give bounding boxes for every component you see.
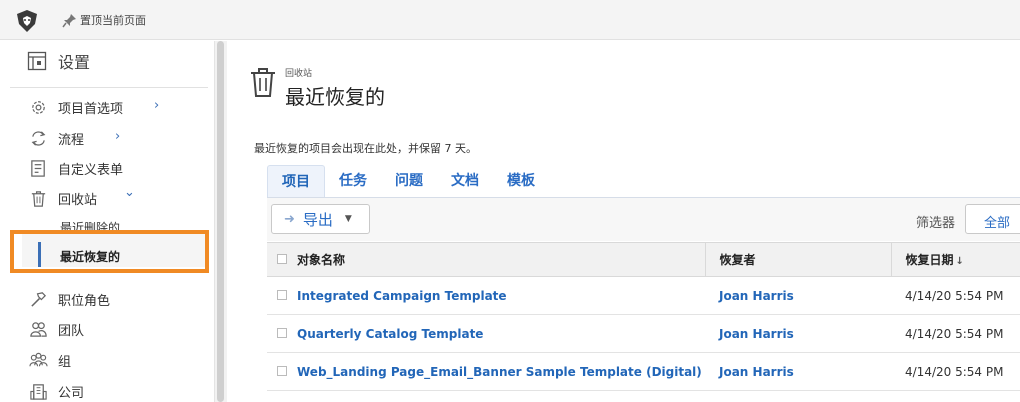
sidebar-item-label: 团队 — [58, 323, 85, 339]
page-title: 最近恢复的 — [285, 85, 385, 109]
team-icon — [29, 321, 47, 337]
sort-down-icon: ↓ — [955, 256, 964, 267]
sidebar-header: 设置 — [27, 49, 90, 73]
restored-by-link[interactable]: Joan Harris — [719, 289, 794, 303]
settings-panel-icon — [27, 51, 47, 71]
pin-page-button[interactable]: 置顶当前页面 — [62, 12, 146, 28]
sidebar-item-recycle-bin[interactable]: 回收站 — [28, 187, 97, 209]
sidebar-item-label: 组 — [58, 354, 72, 370]
filter-label: 筛选器 — [916, 216, 956, 231]
column-header-restored-date[interactable]: 恢复日期 ↓ — [890, 242, 1020, 277]
highlight-box — [10, 230, 209, 273]
export-button[interactable]: ➜ 导出 ▼ — [271, 204, 370, 234]
sidebar-item-label: 职位角色 — [58, 293, 111, 309]
filter-select[interactable]: 全部 — [965, 204, 1020, 234]
sidebar-item-label: 项目首选项 — [58, 101, 124, 117]
form-icon — [30, 159, 45, 177]
breadcrumb[interactable]: 回收站 — [285, 66, 312, 79]
gear-icon — [31, 100, 45, 114]
building-icon — [29, 383, 47, 400]
restored-items-table: 对象名称 恢复者 恢复日期 ↓ Integrated Campaign Templ… — [267, 242, 1020, 391]
flow-icon — [31, 130, 45, 146]
sidebar-divider — [10, 87, 208, 88]
sidebar-item-teams[interactable]: 团队 — [28, 318, 84, 340]
sidebar-scrollbar[interactable] — [214, 41, 227, 402]
sidebar-item-label: 回收站 — [58, 192, 98, 208]
pin-page-label: 置顶当前页面 — [80, 14, 146, 27]
table-row: Quarterly Catalog Template Joan Harris 4… — [267, 314, 1020, 353]
restored-date: 4/14/20 5:54 PM — [891, 276, 1020, 315]
restored-by-link[interactable]: Joan Harris — [719, 327, 794, 341]
sidebar-item-custom-forms[interactable]: 自定义表单 — [28, 157, 123, 179]
tab-templates[interactable]: 模板 — [493, 165, 549, 198]
trash-icon — [251, 68, 275, 97]
sidebar-item-label: 流程 — [58, 132, 85, 148]
sidebar-item-label: 公司 — [58, 385, 85, 401]
tab-documents[interactable]: 文档 — [437, 165, 493, 198]
lion-logo-icon[interactable] — [14, 9, 40, 33]
top-bar: 置顶当前页面 — [0, 0, 1020, 40]
sidebar-item-job-roles[interactable]: 职位角色 — [28, 288, 110, 310]
sidebar-item-process[interactable]: 流程 — [28, 127, 84, 149]
sidebar-item-groups[interactable]: 组 — [28, 349, 71, 371]
caret-down-icon: ▼ — [344, 214, 352, 224]
row-checkbox[interactable] — [277, 365, 287, 376]
table-row: Integrated Campaign Template Joan Harris… — [267, 276, 1020, 315]
scrollbar-thumb[interactable] — [217, 41, 224, 402]
column-header-restored-by[interactable]: 恢复者 — [704, 242, 891, 277]
sidebar: 设置 项目首选项 › 流程 › 自定义表单 回收站 ⌄ 最近删除的 最近恢复的 … — [0, 41, 214, 402]
select-all-checkbox[interactable] — [277, 253, 287, 264]
hammer-icon — [30, 291, 46, 307]
object-name-link[interactable]: Quarterly Catalog Template — [297, 327, 483, 341]
row-checkbox[interactable] — [277, 327, 287, 338]
object-name-link[interactable]: Web_Landing Page_Email_Banner Sample Tem… — [297, 365, 702, 379]
pin-icon — [62, 13, 76, 27]
main-content: 回收站 最近恢复的 最近恢复的项目会出现在此处，并保留 7 天。 项目 任务 问… — [227, 41, 1020, 402]
table-header-row: 对象名称 恢复者 恢复日期 ↓ — [267, 242, 1020, 277]
arrow-right-icon: ➜ — [284, 211, 295, 227]
sidebar-item-label: 自定义表单 — [58, 162, 124, 178]
export-label: 导出 — [302, 210, 333, 229]
table-row: Web_Landing Page_Email_Banner Sample Tem… — [267, 352, 1020, 391]
restored-by-link[interactable]: Joan Harris — [719, 365, 794, 379]
group-icon — [28, 352, 48, 366]
trash-icon — [31, 190, 45, 207]
toolbar: ➜ 导出 ▼ 筛选器 全部 — [267, 198, 1020, 241]
sidebar-item-companies[interactable]: 公司 — [28, 380, 84, 402]
tab-issues[interactable]: 问题 — [381, 165, 437, 198]
restored-date: 4/14/20 5:54 PM — [891, 352, 1020, 391]
page-description: 最近恢复的项目会出现在此处，并保留 7 天。 — [254, 142, 477, 155]
row-checkbox[interactable] — [277, 289, 287, 300]
chevron-down-icon[interactable]: ⌄ — [124, 185, 135, 200]
restored-date: 4/14/20 5:54 PM — [891, 314, 1020, 353]
chevron-right-icon[interactable]: › — [115, 129, 120, 144]
column-header-name[interactable]: 对象名称 — [297, 242, 705, 277]
tab-projects[interactable]: 项目 — [267, 165, 325, 198]
chevron-right-icon[interactable]: › — [154, 98, 159, 113]
sidebar-item-project-preferences[interactable]: 项目首选项 — [28, 96, 123, 118]
object-name-link[interactable]: Integrated Campaign Template — [297, 289, 507, 303]
tab-tasks[interactable]: 任务 — [325, 165, 381, 198]
sidebar-title: 设置 — [58, 53, 91, 72]
tab-bar: 项目 任务 问题 文档 模板 — [267, 165, 549, 198]
